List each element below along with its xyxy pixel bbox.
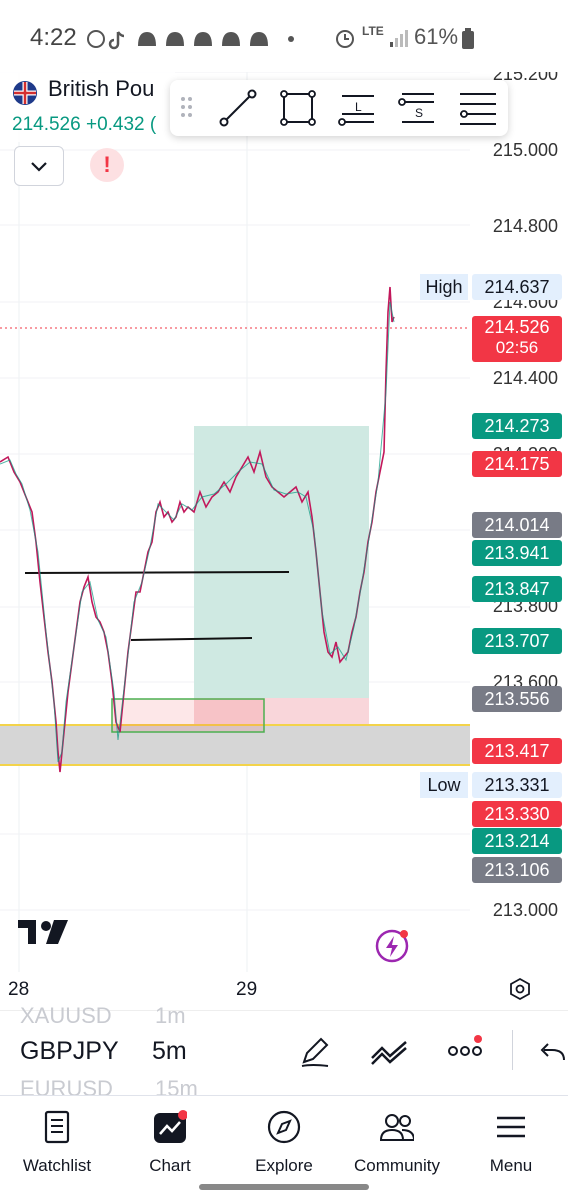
nav-label: Explore — [255, 1156, 313, 1175]
price-tag: 213.330 — [472, 801, 562, 827]
snapchat-icon — [250, 32, 268, 46]
order-block-rectangle — [111, 698, 265, 733]
undo-icon[interactable] — [540, 1040, 566, 1064]
long-position-icon[interactable]: L — [336, 86, 380, 130]
stop-loss-tag: 213.417 — [472, 738, 562, 764]
menu-icon — [497, 1116, 525, 1138]
dot-icon — [288, 36, 294, 42]
nav-watchlist[interactable]: Watchlist — [2, 1106, 112, 1186]
rectangle-icon[interactable] — [276, 86, 320, 130]
battery-icon — [462, 28, 474, 49]
uk-flag-icon — [13, 81, 37, 105]
high-price-tag: 214.637 — [472, 274, 562, 300]
current-symbol[interactable]: GBPJPY — [20, 1037, 119, 1066]
prev-timeframe[interactable]: 1m — [155, 1003, 186, 1029]
network-type: LTE — [362, 24, 384, 38]
short-position-icon[interactable]: S — [396, 86, 440, 130]
nav-label: Chart — [149, 1156, 191, 1175]
community-icon — [380, 1114, 414, 1141]
lightning-icon[interactable] — [374, 928, 410, 964]
alert-icon[interactable]: ! — [90, 148, 124, 182]
time-label: 29 — [236, 979, 258, 1000]
settings-hexagon-icon[interactable] — [508, 977, 532, 1001]
horizontal-lines-icon[interactable] — [456, 86, 500, 130]
nav-explore[interactable]: Explore — [229, 1106, 339, 1186]
time-label: 28 — [8, 979, 30, 1000]
signal-icon — [390, 30, 408, 47]
take-profit-tag: 214.273 — [472, 413, 562, 439]
snapchat-icon — [166, 32, 184, 46]
indicators-icon[interactable] — [370, 1036, 410, 1066]
chevron-down-icon — [31, 162, 47, 172]
price-tag: 214.014 — [472, 512, 562, 538]
divider — [512, 1030, 513, 1070]
snapchat-icon — [194, 32, 212, 46]
notification-icons — [87, 30, 294, 50]
price-axis-label: 214.400 — [492, 368, 558, 388]
long-position-profit-zone — [194, 426, 369, 698]
nav-community[interactable]: Community — [342, 1106, 452, 1186]
watchlist-icon — [44, 1110, 70, 1144]
nav-chart[interactable]: Chart — [115, 1106, 225, 1186]
svg-text:S: S — [415, 106, 423, 120]
battery-percent: 61% — [414, 24, 459, 49]
symbol-price-change: 214.526 +0.432 ( — [12, 114, 157, 135]
high-label: High — [420, 274, 468, 300]
price-axis-label: 214.800 — [492, 216, 558, 236]
current-timeframe[interactable]: 5m — [152, 1037, 187, 1066]
pencil-icon[interactable] — [298, 1034, 334, 1070]
tiktok-icon — [108, 31, 125, 50]
status-bar: 4:22 LTE 61% — [0, 0, 568, 72]
drawing-toolbar[interactable]: L S — [170, 80, 508, 136]
chart-canvas[interactable]: 215.200 215.000 214.800 214.600 214.400 … — [0, 72, 568, 1012]
price-tag: 213.707 — [472, 628, 562, 654]
low-price-tag: 213.331 — [472, 772, 562, 798]
price-axis-label: 215.000 — [492, 140, 558, 160]
snapchat-icon — [138, 32, 156, 46]
price-tag: 213.941 — [472, 540, 562, 566]
home-indicator[interactable] — [199, 1184, 369, 1190]
time-axis: 28 29 — [0, 975, 568, 1005]
price-tag: 213.214 — [472, 828, 562, 854]
nav-label: Menu — [489, 1156, 533, 1175]
prev-symbol[interactable]: XAUUSD — [20, 1003, 112, 1029]
more-options-icon[interactable] — [446, 1034, 486, 1064]
price-tag: 213.847 — [472, 576, 562, 602]
low-label: Low — [420, 772, 468, 798]
price-tag: 213.106 — [472, 857, 562, 883]
whatsapp-icon — [87, 30, 105, 48]
nav-label: Watchlist — [22, 1156, 92, 1175]
status-time: 4:22 — [30, 24, 77, 51]
symbol-name[interactable]: British Pou — [48, 76, 154, 102]
current-price-tag: 214.526 02:56 — [472, 316, 562, 362]
price-axis-label: 213.000 — [492, 900, 558, 920]
trend-line-icon[interactable] — [216, 86, 260, 130]
price-tag: 214.175 — [472, 451, 562, 477]
chart-icon — [154, 1110, 187, 1143]
nav-menu[interactable]: Menu — [456, 1106, 566, 1186]
entry-price-tag: 213.556 — [472, 686, 562, 712]
snapchat-icon — [222, 32, 240, 46]
drag-handle-icon[interactable] — [180, 96, 194, 120]
horizontal-line-1 — [24, 571, 290, 574]
compass-icon — [267, 1110, 301, 1144]
collapse-dropdown-button[interactable] — [14, 146, 64, 186]
svg-text:L: L — [355, 100, 362, 114]
tradingview-logo — [18, 920, 68, 944]
nav-label: Community — [354, 1156, 440, 1175]
